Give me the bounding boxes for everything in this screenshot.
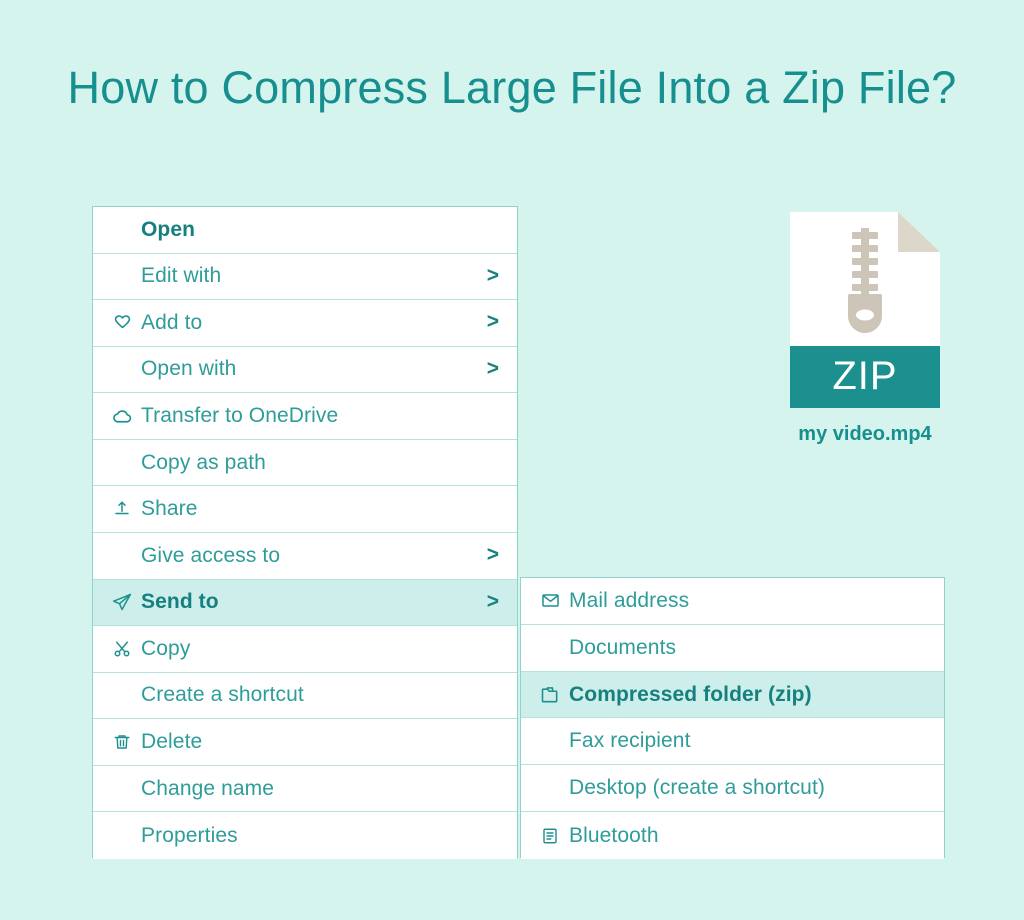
cloud-icon [107, 404, 137, 428]
zip-folded-corner [898, 212, 940, 252]
send-to-submenu: Mail address Documents Compressed folder (… [520, 577, 945, 859]
menu-item-label: Compressed folder (zip) [569, 682, 812, 706]
menu-item-documents[interactable]: Documents [521, 624, 944, 672]
scissors-icon [107, 637, 137, 661]
menu-item-label: Documents [569, 635, 677, 659]
menu-item-properties[interactable]: Properties [93, 812, 517, 859]
menu-item-delete[interactable]: Delete [93, 719, 517, 766]
menu-item-compressed-folder-zip[interactable]: Compressed folder (zip) [521, 671, 944, 719]
menu-item-bluetooth[interactable]: Bluetooth [521, 812, 944, 859]
icon-placeholder [107, 264, 137, 288]
icon-placeholder [107, 544, 137, 568]
icon-placeholder [107, 824, 137, 848]
menu-item-label: Change name [141, 776, 275, 800]
menu-item-create-a-shortcut[interactable]: Create a shortcut [93, 672, 517, 720]
menu-item-open-with[interactable]: Open with > [93, 346, 517, 394]
menu-item-desktop-create-a-shortcut[interactable]: Desktop (create a shortcut) [521, 765, 944, 813]
zip-badge-label: ZIP [832, 353, 898, 398]
menu-item-label: Share [141, 497, 198, 521]
menu-item-change-name[interactable]: Change name [93, 765, 517, 813]
icon-placeholder [107, 218, 137, 242]
page-title: How to Compress Large File Into a Zip Fi… [67, 62, 957, 113]
folder-icon [535, 683, 565, 707]
menu-item-label: Add to [141, 310, 203, 334]
icon-placeholder [535, 776, 565, 800]
menu-item-label: Copy as path [141, 450, 266, 474]
menu-item-copy[interactable]: Copy [93, 626, 517, 673]
menu-item-add-to[interactable]: Add to > [93, 300, 517, 347]
envelope-icon [535, 589, 565, 613]
zip-file-graphic: ZIP [790, 212, 940, 408]
zip-badge: ZIP [790, 346, 940, 408]
menu-item-label: Transfer to OneDrive [141, 404, 339, 428]
chevron-right-icon: > [486, 310, 499, 334]
icon-placeholder [107, 451, 137, 475]
menu-item-send-to[interactable]: Send to > [93, 579, 517, 627]
heart-icon [107, 311, 137, 335]
menu-item-copy-as-path[interactable]: Copy as path [93, 439, 517, 487]
menu-item-edit-with[interactable]: Edit with > [93, 253, 517, 301]
send-icon [107, 590, 137, 614]
menu-item-label: Bluetooth [569, 823, 659, 847]
menu-item-share[interactable]: Share [93, 486, 517, 533]
menu-item-label: Create a shortcut [141, 683, 304, 707]
menu-item-label: Properties [141, 823, 238, 847]
chevron-right-icon: > [486, 263, 499, 287]
menu-item-label: Desktop (create a shortcut) [569, 776, 825, 800]
menu-item-label: Mail address [569, 588, 690, 612]
menu-item-label: Open [141, 217, 196, 241]
icon-placeholder [107, 357, 137, 381]
icon-placeholder [535, 729, 565, 753]
icon-placeholder [107, 777, 137, 801]
zipper-icon [840, 228, 890, 338]
menu-item-label: Give access to [141, 543, 281, 567]
icon-placeholder [535, 636, 565, 660]
menu-item-fax-recipient[interactable]: Fax recipient [521, 718, 944, 766]
trash-icon [107, 730, 137, 754]
menu-item-label: Send to [141, 590, 219, 614]
chevron-right-icon: > [486, 543, 499, 567]
chevron-right-icon: > [486, 589, 499, 613]
zip-file-name: my video.mp4 [798, 423, 932, 445]
menu-item-label: Fax recipient [569, 729, 691, 753]
menu-item-label: Delete [141, 729, 203, 753]
file-context-menu: Open Edit with > Add to > Open with > Transfer … [92, 206, 518, 859]
share-icon [107, 497, 137, 521]
chevron-right-icon: > [486, 356, 499, 380]
menu-item-label: Edit with [141, 264, 222, 288]
document-icon [535, 824, 565, 848]
menu-item-give-access-to[interactable]: Give access to > [93, 532, 517, 580]
icon-placeholder [107, 683, 137, 707]
menu-item-mail-address[interactable]: Mail address [521, 578, 944, 625]
menu-item-label: Copy [141, 636, 191, 660]
menu-item-open[interactable]: Open [93, 207, 517, 254]
menu-item-label: Open with [141, 357, 237, 381]
menu-item-transfer-to-onedrive[interactable]: Transfer to OneDrive [93, 393, 517, 440]
